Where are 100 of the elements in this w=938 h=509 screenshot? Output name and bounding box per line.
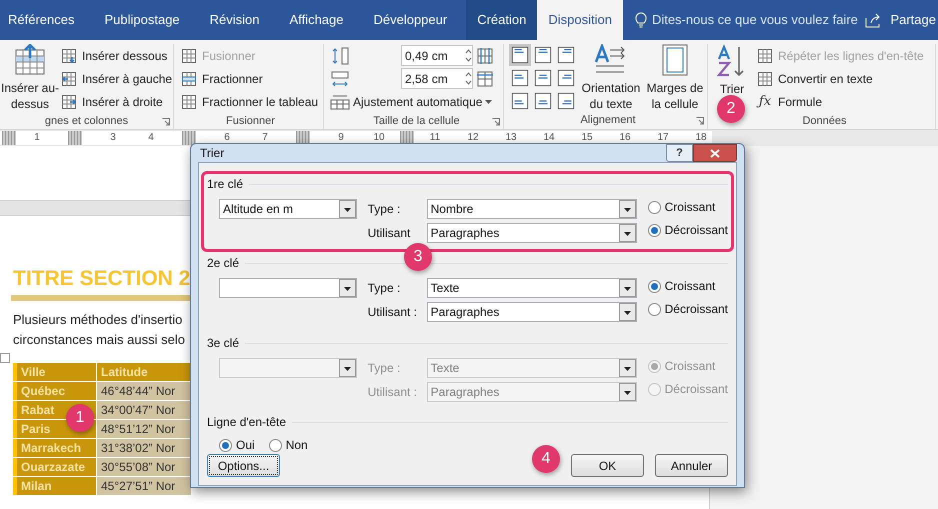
column-width-field[interactable]: 2,58 cm — [401, 68, 473, 89]
ribbon-tab[interactable]: Publipostage — [93, 0, 191, 40]
column-marker-icon[interactable] — [68, 131, 82, 145]
column-marker-icon[interactable] — [2, 131, 16, 145]
ruler-number: 13 — [504, 131, 518, 145]
radio-button[interactable] — [648, 224, 661, 236]
tell-me-search[interactable]: Dites-nous ce que vous voulez faire — [634, 0, 858, 40]
data-option-button[interactable]: ƒx Formule — [754, 90, 927, 113]
ribbon-tab[interactable]: Création — [466, 0, 538, 40]
cell-alignment-button[interactable] — [555, 67, 577, 89]
table-cell: Marrakech — [17, 439, 97, 457]
table-move-handle-icon[interactable] — [0, 353, 10, 363]
cell-alignment-button[interactable] — [532, 44, 554, 66]
radio-label[interactable]: Décroissant — [664, 300, 728, 318]
row-height-icon — [330, 46, 350, 64]
ruler-number: 4 — [147, 131, 155, 145]
type-select[interactable]: Texte — [426, 278, 637, 298]
radio-label[interactable]: Croissant — [664, 277, 716, 295]
ok-button[interactable]: OK — [571, 454, 644, 477]
ribbon-tab[interactable]: Développeur — [362, 0, 458, 40]
distribute-columns-icon[interactable] — [476, 70, 494, 88]
share-button[interactable]: Partage — [865, 0, 938, 40]
ribbon-tab[interactable]: Affichage — [278, 0, 354, 40]
split-table-icon — [181, 94, 197, 110]
cell-alignment-button[interactable] — [555, 90, 577, 112]
group-label: Fusionner — [226, 114, 275, 129]
radio-label[interactable]: Non — [286, 436, 308, 454]
merge-option-button[interactable]: Fractionner — [178, 67, 323, 90]
cell-alignment-button[interactable] — [509, 67, 531, 89]
merge-cells-icon — [181, 48, 197, 64]
insert-option-button[interactable]: Insérer dessous — [58, 44, 176, 67]
insert-option-button[interactable]: Insérer à droite — [58, 90, 176, 113]
type-select[interactable]: Nombre — [426, 199, 637, 219]
spinner-icon[interactable] — [465, 48, 472, 63]
dialog-launcher-icon[interactable] — [492, 118, 500, 126]
formula-icon: ƒx — [757, 92, 773, 112]
cell-alignment-button[interactable] — [532, 67, 554, 89]
cell-alignment-button[interactable] — [509, 90, 531, 112]
ribbon-tab[interactable]: Références — [0, 0, 86, 40]
text-direction-button[interactable]: Orientation du texte — [579, 44, 643, 112]
radio-label[interactable]: Croissant — [664, 198, 716, 216]
insert-table-icon — [61, 70, 77, 86]
sort-by-field[interactable] — [219, 278, 357, 298]
ruler-number: 9 — [337, 131, 345, 145]
column-header: Ville — [17, 363, 97, 381]
insert-option-button[interactable]: Insérer à gauche — [58, 67, 176, 90]
ribbon-tab[interactable]: Révision — [198, 0, 271, 40]
type-label: Type : — [368, 280, 402, 297]
cell-margins-icon — [662, 44, 688, 76]
close-button[interactable] — [693, 144, 737, 162]
dialog-launcher-icon[interactable] — [696, 117, 704, 125]
radio-label[interactable]: Décroissant — [664, 221, 728, 239]
row-height-field[interactable]: 0,49 cm — [401, 45, 473, 66]
repeat-header-icon — [757, 48, 773, 64]
radio-label[interactable]: Oui — [236, 436, 255, 454]
lightbulb-icon — [634, 12, 647, 28]
radio-button[interactable] — [219, 438, 232, 452]
table-cell: Ouarzazate — [17, 458, 97, 476]
caret-icon — [485, 100, 492, 104]
group-label: gnes et colonnes — [44, 114, 128, 129]
ruler-number: 12 — [466, 131, 480, 145]
cell-margins-button[interactable]: Marges de la cellule — [645, 44, 705, 112]
table-cell: 34°00’47” Nor — [97, 401, 192, 419]
paragraph-line: circonstances mais aussi selo — [13, 331, 185, 349]
using-select[interactable]: Paragraphes — [426, 302, 637, 322]
ribbon-tab[interactable]: Disposition — [537, 0, 623, 40]
insert-table-icon — [61, 48, 77, 64]
close-icon — [710, 148, 720, 158]
data-option-button[interactable]: Convertir en texte — [754, 67, 927, 90]
cancel-button[interactable]: Annuler — [655, 454, 728, 477]
share-icon — [865, 12, 882, 28]
column-header: Latitude — [97, 363, 192, 381]
cell-alignment-button[interactable] — [555, 44, 577, 66]
autofit-table-icon — [330, 94, 350, 110]
column-marker-icon[interactable] — [182, 131, 196, 145]
table-cell: Québec — [17, 382, 97, 400]
radio-button[interactable] — [648, 280, 661, 292]
autofit-button[interactable]: Ajustement automatique — [330, 90, 503, 113]
dialog-title: Trier — [199, 145, 224, 162]
merge-option-button[interactable]: Fractionner le tableau — [178, 90, 323, 113]
dialog-launcher-icon[interactable] — [162, 118, 170, 126]
paragraph-line: Plusieurs méthodes d'insertio — [13, 311, 182, 329]
distribute-rows-icon[interactable] — [476, 46, 494, 64]
radio-button[interactable] — [268, 438, 282, 452]
spinner-icon[interactable] — [465, 71, 472, 86]
cell-alignment-button[interactable] — [509, 44, 531, 66]
sort-by-field[interactable]: Altitude en m — [219, 199, 357, 219]
options-button[interactable]: Options... — [207, 454, 280, 477]
help-button[interactable]: ? — [666, 144, 693, 162]
table-cell: 45°27’51” Nor — [97, 477, 192, 495]
ruler-number: 18 — [694, 131, 708, 145]
cell-alignment-button[interactable] — [532, 90, 554, 112]
using-label: Utilisant : — [368, 384, 418, 401]
radio-button[interactable] — [648, 200, 661, 214]
using-select[interactable]: Paragraphes — [426, 223, 637, 243]
sort-button[interactable]: Trier — [714, 44, 750, 98]
radio-button[interactable] — [648, 302, 661, 316]
ruler-number: 10 — [372, 131, 386, 145]
insert-above-button[interactable]: Insérer au-dessus — [0, 44, 60, 113]
section-label: Ligne d'en-tête — [207, 414, 286, 431]
